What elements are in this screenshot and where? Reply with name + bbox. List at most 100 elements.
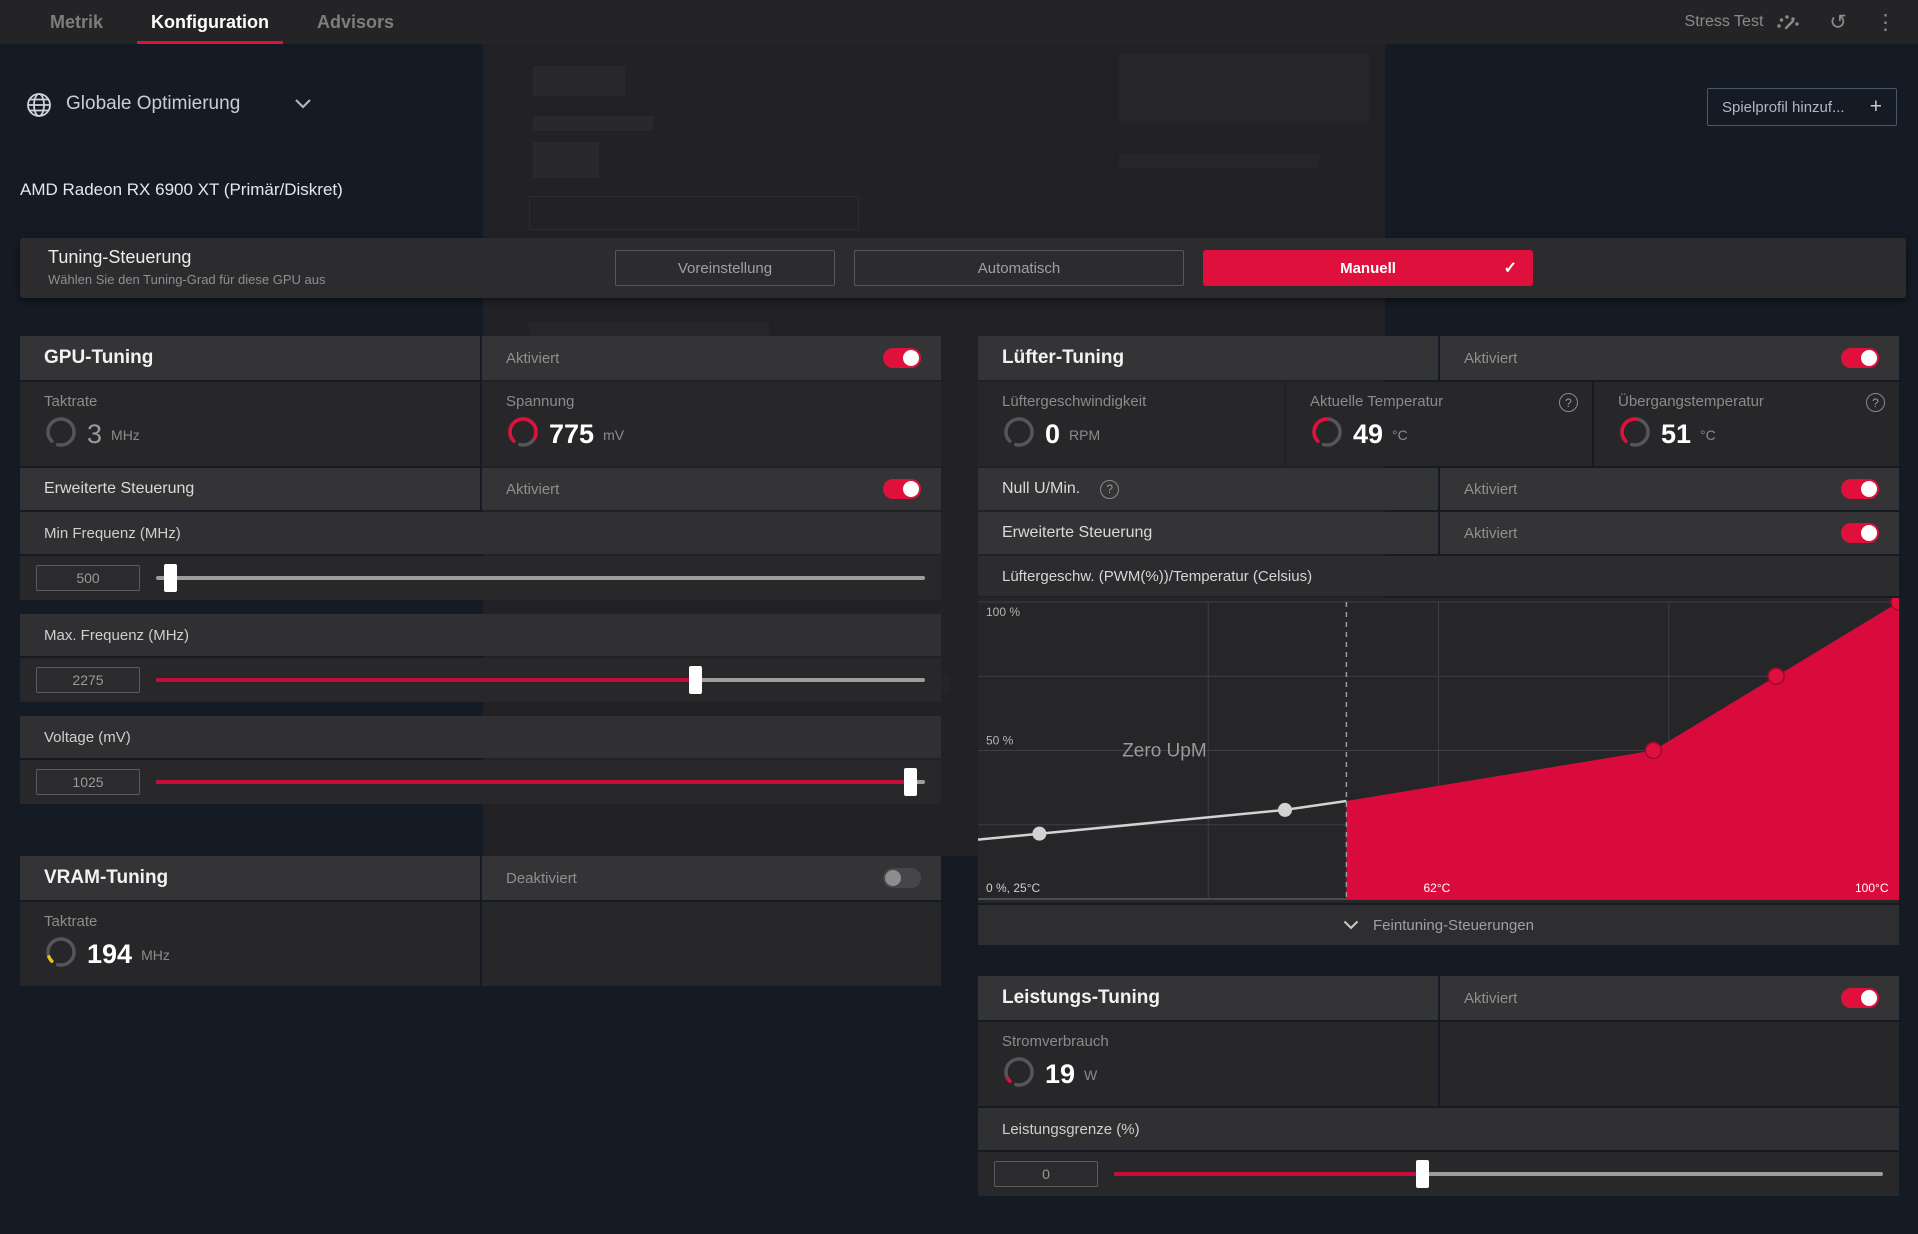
top-navigation-bar: Metrik Konfiguration Advisors Stress Tes… <box>0 0 1918 44</box>
zero-rpm-toggle[interactable] <box>1841 479 1879 499</box>
junction-temperature-stat: Übergangstemperatur 51 °C ? <box>1594 382 1899 466</box>
stress-test-button[interactable]: Stress Test <box>1685 11 1802 33</box>
vram-tuning-status-label: Deaktiviert <box>506 869 577 887</box>
gpu-tuning-header: GPU-Tuning Aktiviert <box>20 336 941 380</box>
power-tuning-title: Leistungs-Tuning <box>978 976 1438 1020</box>
fan-curve-chart-title: Lüftergeschw. (PWM(%))/Temperatur (Celsi… <box>978 556 1899 596</box>
tuning-control-title: Tuning-Steuerung <box>48 247 192 267</box>
zero-rpm-label-cell: Null U/Min. ? <box>978 468 1438 510</box>
check-icon: ✓ <box>1503 260 1517 277</box>
tuning-option-automatisch[interactable]: Automatisch <box>854 250 1184 286</box>
vram-stats-empty-cell <box>482 902 941 986</box>
fan-tuning-toggle[interactable] <box>1841 348 1879 368</box>
max-frequency-handle[interactable] <box>689 666 702 694</box>
fan-speed-stat: Lüftergeschwindigkeit 0 RPM <box>978 382 1284 466</box>
gpu-tuning-status-cell: Aktiviert <box>482 336 941 380</box>
voltage-gauge-icon <box>506 415 540 454</box>
vram-tuning-header: VRAM-Tuning Deaktiviert <box>20 856 941 900</box>
junction-temp-gauge-icon <box>1618 415 1652 454</box>
plus-icon: + <box>1869 95 1882 118</box>
nav-right-tools: Stress Test ↺ ⋮ <box>1685 0 1896 44</box>
vram-tuning-status-cell: Deaktiviert <box>482 856 941 900</box>
gpu-advanced-label: Erweiterte Steuerung <box>20 468 480 510</box>
zero-rpm-help-icon[interactable]: ? <box>1100 479 1120 499</box>
power-draw-stat: Stromverbrauch 19 W <box>978 1022 1438 1106</box>
clock-gauge-icon <box>44 415 78 454</box>
min-frequency-input[interactable] <box>36 565 140 591</box>
gpu-advanced-status-cell: Aktiviert <box>482 468 941 510</box>
fan-advanced-toggle[interactable] <box>1841 523 1879 543</box>
tuning-option-voreinstellung[interactable]: Voreinstellung <box>615 250 835 286</box>
max-frequency-slider-row <box>20 658 941 702</box>
kebab-menu-icon[interactable]: ⋮ <box>1875 12 1896 33</box>
tab-konfiguration[interactable]: Konfiguration <box>127 0 293 44</box>
add-profile-label: Spielprofil hinzuf... <box>1722 98 1845 116</box>
power-tuning-status-cell: Aktiviert <box>1440 976 1899 1020</box>
min-frequency-slider[interactable] <box>156 564 925 592</box>
power-tuning-status-label: Aktiviert <box>1464 989 1518 1007</box>
voltage-slider[interactable] <box>156 768 925 796</box>
gpu-advanced-toggle[interactable] <box>883 479 921 499</box>
profile-toolbar: Globale Optimierung Spielprofil hinzuf..… <box>0 86 1918 132</box>
fan-power-column: Lüfter-Tuning Aktiviert Lüftergeschwindi… <box>978 336 1899 1196</box>
max-frequency-input[interactable] <box>36 667 140 693</box>
junction-temp-help-icon[interactable]: ? <box>1866 393 1885 412</box>
tab-konfiguration-label: Konfiguration <box>151 11 269 32</box>
tuning-option-manuell[interactable]: Manuell ✓ <box>1203 250 1533 286</box>
vram-tuning-title: VRAM-Tuning <box>20 856 480 900</box>
fan-curve-chart[interactable]: 100 % 50 % Zero UpM 0 %, 25°C 62°C 100°C <box>978 598 1899 903</box>
gpu-tuning-toggle[interactable] <box>883 348 921 368</box>
voreinstellung-label: Voreinstellung <box>677 259 773 277</box>
max-frequency-slider[interactable] <box>156 666 925 694</box>
gpu-vram-column: GPU-Tuning Aktiviert Taktrate 3 MHz Spann… <box>20 336 941 988</box>
current-temp-gauge-icon <box>1310 415 1344 454</box>
chevron-down-icon[interactable] <box>294 98 312 110</box>
fan-tuning-status-label: Aktiviert <box>1464 349 1518 367</box>
fan-tuning-header: Lüfter-Tuning Aktiviert <box>978 336 1899 380</box>
fan-tuning-status-cell: Aktiviert <box>1440 336 1899 380</box>
fan-stats-row: Lüftergeschwindigkeit 0 RPM Aktuelle Temp… <box>978 382 1899 466</box>
min-frequency-handle[interactable] <box>164 564 177 592</box>
gpu-stats-row: Taktrate 3 MHz Spannung 775 mV <box>20 382 941 466</box>
fan-advanced-status-cell: Aktiviert <box>1440 512 1899 554</box>
svg-text:50 %: 50 % <box>986 734 1014 748</box>
power-tuning-toggle[interactable] <box>1841 988 1879 1008</box>
reset-icon[interactable]: ↺ <box>1829 12 1847 33</box>
fan-tuning-title: Lüfter-Tuning <box>978 336 1438 380</box>
zero-rpm-label: Null U/Min. <box>1002 480 1081 497</box>
min-frequency-label: Min Frequenz (MHz) <box>20 512 941 554</box>
gpu-advanced-status-label: Aktiviert <box>506 480 560 498</box>
power-limit-input[interactable] <box>994 1161 1098 1187</box>
add-game-profile-button[interactable]: Spielprofil hinzuf... + <box>1707 88 1897 126</box>
power-gauge-icon <box>1002 1055 1036 1094</box>
voltage-label: Voltage (mV) <box>20 716 941 758</box>
fan-advanced-control-row: Erweiterte Steuerung Aktiviert <box>978 512 1899 554</box>
chevron-down-icon <box>1343 920 1359 930</box>
vram-stats-row: Taktrate 194 MHz <box>20 902 941 986</box>
tab-advisors[interactable]: Advisors <box>293 0 418 44</box>
svg-text:Zero UpM: Zero UpM <box>1122 741 1206 762</box>
zero-rpm-status-label: Aktiviert <box>1464 480 1518 498</box>
power-limit-handle[interactable] <box>1416 1160 1429 1188</box>
tab-metrik-label: Metrik <box>50 11 104 32</box>
gpu-voltage-stat: Spannung 775 mV <box>482 382 941 466</box>
voltage-handle[interactable] <box>904 768 917 796</box>
vram-tuning-toggle[interactable] <box>883 868 921 888</box>
gpu-clock-stat: Taktrate 3 MHz <box>20 382 480 466</box>
tab-metrik[interactable]: Metrik <box>26 0 127 44</box>
manuell-label: Manuell <box>1340 259 1396 277</box>
tuning-control-subtitle: Wählen Sie den Tuning-Grad für diese GPU… <box>48 272 326 287</box>
gpu-tuning-status-label: Aktiviert <box>506 349 560 367</box>
vram-clock-stat: Taktrate 194 MHz <box>20 902 480 986</box>
current-temp-help-icon[interactable]: ? <box>1559 393 1578 412</box>
fine-tuning-controls-expander[interactable]: Feintuning-Steuerungen <box>978 905 1899 945</box>
power-limit-slider-row <box>978 1152 1899 1196</box>
gpu-tuning-title: GPU-Tuning <box>20 336 480 380</box>
svg-text:100 %: 100 % <box>986 605 1020 619</box>
current-temperature-stat: Aktuelle Temperatur 49 °C ? <box>1286 382 1592 466</box>
profile-selector[interactable]: Globale Optimierung <box>66 93 240 115</box>
svg-text:100°C: 100°C <box>1855 881 1889 895</box>
voltage-input[interactable] <box>36 769 140 795</box>
power-limit-slider[interactable] <box>1114 1160 1883 1188</box>
gauge-icon <box>1777 15 1800 30</box>
